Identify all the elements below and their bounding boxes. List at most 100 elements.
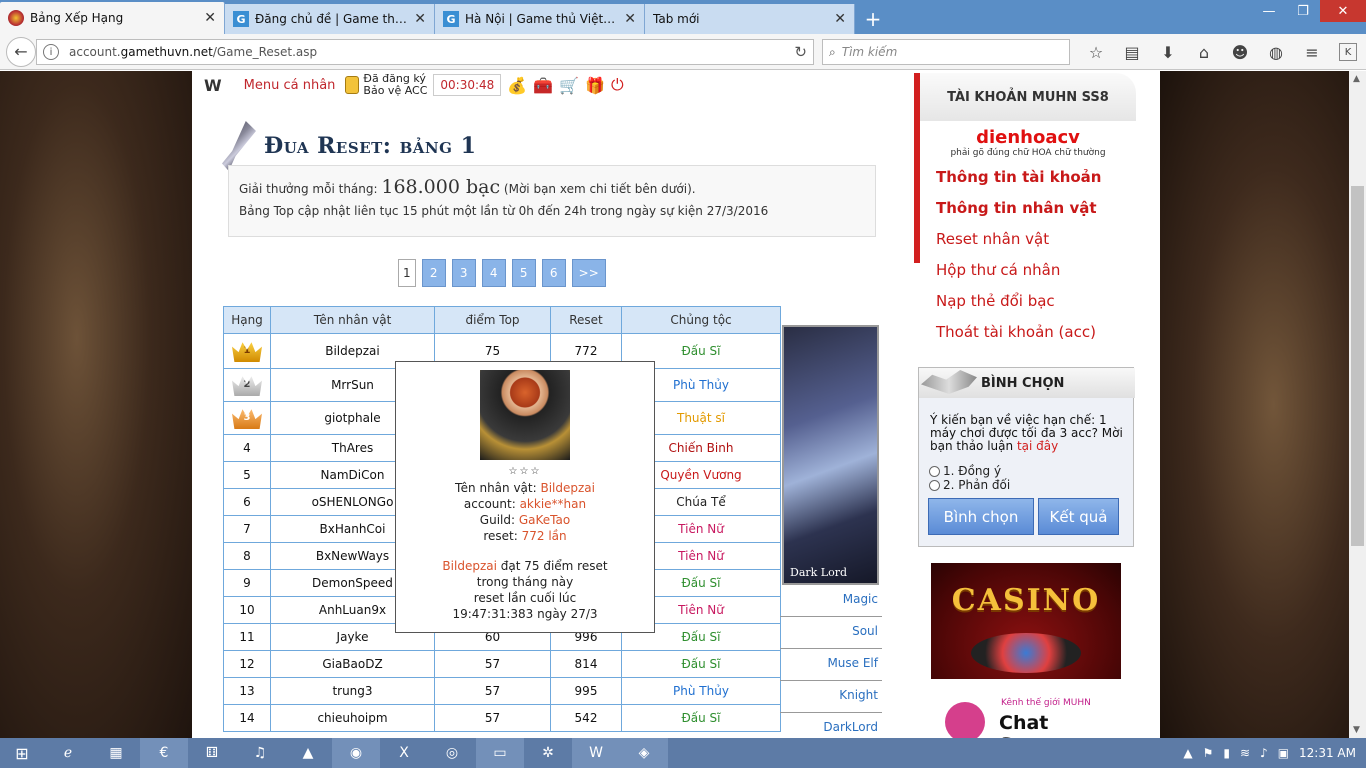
tooltip-name-value: Bildepzai [540, 481, 595, 495]
account-menu-item[interactable]: Thông tin nhân vật [936, 197, 1101, 228]
scroll-down-icon[interactable]: ▼ [1353, 725, 1360, 735]
media-app-icon[interactable]: ♫ [236, 738, 284, 768]
class-link[interactable]: Muse Elf [780, 649, 882, 681]
scroll-up-icon[interactable]: ▲ [1353, 74, 1360, 84]
dark-lord-character-image[interactable]: Dark Lord [782, 325, 879, 585]
gift-icon[interactable]: 🎁 [585, 76, 605, 95]
table-header-row: Hạng Tên nhân vật điểm Top Reset Chủng t… [223, 306, 781, 334]
download-icon[interactable]: ⬇ [1150, 38, 1186, 66]
restore-icon[interactable]: ❐ [1286, 0, 1320, 22]
close-tab-icon[interactable]: ✕ [834, 11, 846, 27]
close-tab-icon[interactable]: ✕ [414, 11, 426, 27]
silver-crown-icon: 2 [232, 376, 262, 396]
account-menu-item[interactable]: Thoát tài khoản (acc) [936, 321, 1101, 352]
extension-icon[interactable]: ◍ [1258, 38, 1294, 66]
class-link[interactable]: Knight [780, 681, 882, 713]
poll-option-agree[interactable]: 1. Đồng ý [929, 464, 1001, 478]
tab-dang-chu-de[interactable]: G Đăng chủ đề | Game thủ V... ✕ [225, 4, 435, 34]
poll-option-disagree[interactable]: 2. Phản đối [929, 478, 1010, 492]
tooltip-guild: Guild: GaKeTao [396, 512, 654, 528]
tooltip-summary-name: Bildepzai [442, 559, 497, 573]
close-tab-icon[interactable]: ✕ [204, 10, 216, 26]
tab-ha-noi[interactable]: G Hà Nội | Game thủ Việt Na... ✕ [435, 4, 645, 34]
results-button[interactable]: Kết quả [1038, 498, 1119, 535]
account-menu-item[interactable]: Thông tin tài khoản [936, 166, 1101, 197]
address-bar[interactable]: i account. gamethuvn.net/Game_Reset.asp ↻ [36, 39, 814, 65]
account-menu-item[interactable]: Reset nhân vật [936, 228, 1101, 259]
class-link[interactable]: DarkLord [780, 713, 882, 738]
home-icon[interactable]: ⌂ [1186, 38, 1222, 66]
app-launcher-icon[interactable]: ⚅ [188, 738, 236, 768]
radio-icon[interactable] [929, 479, 940, 491]
game-favicon-icon [8, 10, 24, 26]
info-icon[interactable]: i [43, 44, 59, 60]
search-input[interactable]: ⌕ Tìm kiếm [822, 39, 1070, 65]
adobe-icon[interactable]: ▲ [284, 738, 332, 768]
new-tab-button[interactable]: + [855, 4, 891, 34]
tab-new[interactable]: Tab mới ✕ [645, 4, 855, 34]
file-explorer-icon[interactable]: ▭ [476, 738, 524, 768]
page-link[interactable]: 2 [421, 259, 446, 287]
show-hidden-icon[interactable]: ▲ [1183, 746, 1192, 760]
wifi-icon[interactable]: ≋ [1240, 746, 1250, 760]
menu-hamburger-icon[interactable]: ≡ [1294, 38, 1330, 66]
page-link[interactable]: 3 [451, 259, 476, 287]
chat-server-banner[interactable]: Kênh thế giới MUHN Chat Server [931, 684, 1121, 738]
page-next[interactable]: >> [571, 259, 606, 287]
game-client-icon[interactable]: ◈ [620, 738, 668, 768]
personal-menu-link[interactable]: Menu cá nhân [244, 78, 336, 93]
page-link[interactable]: 6 [541, 259, 566, 287]
start-windows-icon[interactable]: ⊞ [0, 738, 44, 768]
power-off-icon[interactable]: ⏻ [611, 75, 624, 95]
poll-discussion-link[interactable]: tại đây [1017, 439, 1058, 453]
page-link[interactable]: 1 [398, 259, 416, 287]
search-icon: ⌕ [829, 44, 836, 59]
radio-icon[interactable] [929, 465, 940, 477]
device-icon[interactable]: ▮ [1223, 746, 1230, 760]
name-cell[interactable]: chieuhoipm [270, 704, 435, 732]
window-close-icon[interactable]: ✕ [1320, 0, 1366, 22]
volume-icon[interactable]: ♪ [1260, 746, 1268, 760]
store-icon[interactable]: ▦ [92, 738, 140, 768]
language-icon[interactable]: ▣ [1278, 746, 1289, 760]
account-menu-item[interactable]: Hộp thư cá nhân [936, 259, 1101, 290]
casino-banner[interactable]: CASINO [931, 563, 1121, 679]
firefox-icon[interactable]: ◉ [332, 738, 380, 768]
page-link[interactable]: 4 [481, 259, 506, 287]
network-flag-icon[interactable]: ⚑ [1203, 746, 1214, 760]
rank-cell: 5 [223, 461, 271, 489]
page-scrollbar[interactable]: ▲ ▼ [1349, 71, 1366, 738]
settings-app-icon[interactable]: ✲ [524, 738, 572, 768]
name-cell[interactable]: GiaBaoDZ [270, 650, 435, 678]
excel-icon[interactable]: X [380, 738, 428, 768]
internet-explorer-icon[interactable]: ℯ [44, 738, 92, 768]
back-arrow-icon[interactable]: ← [6, 36, 36, 67]
chrome-icon[interactable]: ◎ [428, 738, 476, 768]
addon-k-icon[interactable]: K [1339, 43, 1357, 61]
treasure-chest-icon[interactable]: 🧰 [533, 76, 553, 95]
word-icon[interactable]: W [572, 738, 620, 768]
money-bag-icon[interactable]: 💰 [507, 76, 527, 95]
shopping-cart-icon[interactable]: 🛒 [559, 76, 579, 95]
account-protection-badge[interactable]: Đã đăng ký Bảo vệ ACC [345, 73, 427, 97]
reading-list-icon[interactable]: ▤ [1114, 38, 1150, 66]
class-link[interactable]: Magic [780, 585, 882, 617]
reload-icon[interactable]: ↻ [794, 43, 807, 61]
scrollbar-thumb[interactable] [1351, 186, 1364, 546]
tooltip-reset: reset: 772 lần [396, 528, 654, 544]
page-link[interactable]: 5 [511, 259, 536, 287]
vote-button[interactable]: Bình chọn [928, 498, 1034, 535]
bookmark-star-icon[interactable]: ☆ [1078, 38, 1114, 66]
tab-bang-xep-hang[interactable]: Bảng Xếp Hạng ✕ [0, 2, 225, 34]
minimize-icon[interactable]: — [1252, 0, 1286, 22]
class-link[interactable]: Soul [780, 617, 882, 649]
account-menu-item[interactable]: Nạp thẻ đổi bạc [936, 290, 1101, 321]
chat-icon[interactable]: ☻ [1222, 38, 1258, 66]
poll-option-label: 2. Phản đối [943, 478, 1011, 492]
taskbar-clock[interactable]: 12:31 AM [1299, 746, 1356, 760]
close-tab-icon[interactable]: ✕ [624, 11, 636, 27]
site-logo[interactable]: W [204, 76, 222, 95]
name-cell[interactable]: trung3 [270, 677, 435, 705]
game-launcher-icon[interactable]: € [140, 738, 188, 768]
account-box-title: TÀI KHOẢN MUHN SS8 [920, 73, 1136, 121]
